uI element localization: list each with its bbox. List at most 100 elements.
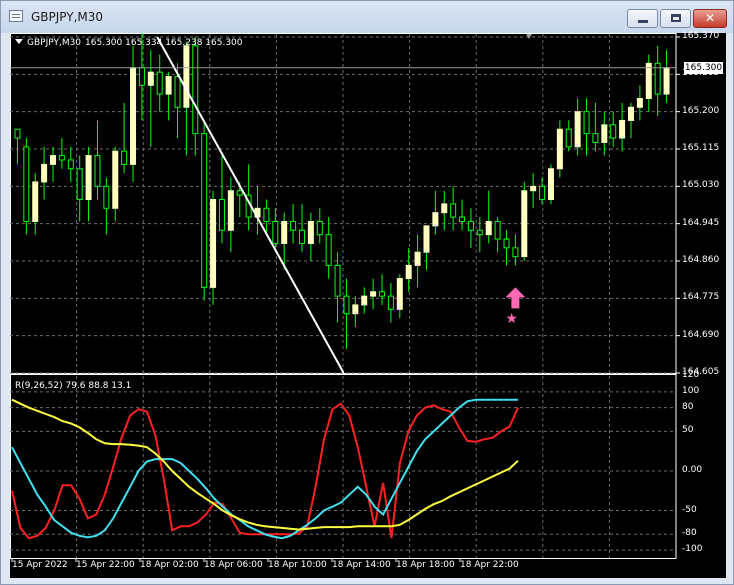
price-axis-label: 165.200	[682, 105, 720, 116]
candle-body	[298, 229, 305, 244]
candle-body	[459, 216, 466, 222]
indicator-axis-label: -50	[682, 504, 697, 515]
chart-ohlc: 165.300 165.334 165.238 165.300	[85, 38, 243, 48]
candle-body	[636, 97, 643, 108]
candle-body	[41, 163, 48, 183]
price-axis-label: 164.775	[682, 292, 720, 303]
candle-body	[361, 295, 368, 306]
candle-body	[387, 295, 394, 310]
maximize-button[interactable]	[660, 9, 691, 28]
indicator-axis-label: -80	[682, 528, 697, 539]
trend-line	[156, 36, 345, 374]
candle-body	[201, 133, 208, 288]
candle-body	[521, 190, 528, 258]
candle-body	[281, 220, 288, 244]
price-axis-label: 165.370	[682, 31, 720, 41]
time-axis-label: 18 Apr 02:00	[140, 560, 199, 570]
price-axis-label: 164.860	[682, 255, 720, 265]
price-axis-label: 165.030	[682, 180, 720, 191]
candle-body	[530, 185, 537, 192]
time-axis-label: 18 Apr 22:00	[460, 560, 519, 570]
candle-body	[263, 207, 270, 222]
chart-symbol: GBPJPY,M30	[27, 38, 82, 48]
candle-body	[307, 220, 314, 244]
candle-body	[405, 264, 412, 280]
indicator-header: R(9,26,52) 79.6 88.8 13.1	[15, 381, 132, 391]
indicator-axis-label: 120	[682, 370, 700, 380]
candle-body	[432, 212, 439, 227]
candle-body	[556, 128, 563, 170]
triangle-down-icon	[15, 39, 23, 44]
candle-body	[103, 185, 110, 209]
candle-body	[494, 220, 501, 240]
time-axis-label: 18 Apr 06:00	[204, 560, 263, 570]
candle-body	[352, 304, 359, 315]
candle-body	[645, 62, 652, 99]
candle-body	[627, 106, 634, 121]
candle-body	[174, 76, 181, 108]
candle-body	[396, 278, 403, 310]
candle-body	[574, 111, 581, 148]
candle-body	[192, 45, 199, 135]
indicator-axis-label: 50	[682, 425, 694, 436]
indicator-axis-label: -100	[682, 544, 703, 555]
time-axis-label: 15 Apr 2022	[12, 560, 68, 570]
close-icon: ✕	[704, 11, 716, 25]
candle-body	[325, 234, 332, 266]
candle-body	[663, 67, 670, 95]
indicator-axis-label: 100	[682, 385, 700, 396]
maximize-icon	[671, 14, 681, 22]
candle-body	[619, 119, 626, 139]
price-axis-label: 164.690	[682, 329, 720, 340]
chart-canvas[interactable]: ★	[10, 33, 726, 578]
candle-body	[227, 190, 234, 231]
chart-window-icon	[9, 10, 23, 22]
chart-area[interactable]: ★ GBPJPY,M30 165.300 165.334 165.238 165.…	[10, 31, 726, 578]
candle-body	[583, 111, 590, 135]
candle-body	[50, 155, 57, 165]
candle-body	[547, 168, 554, 201]
candle-body	[165, 76, 172, 95]
indicator-axis-label: 80	[682, 401, 694, 412]
candle-body	[316, 220, 323, 236]
candle-body	[138, 67, 145, 86]
close-button[interactable]: ✕	[693, 9, 727, 28]
current-price-label: 165.300	[684, 61, 723, 74]
candle-body	[512, 247, 519, 258]
chart-header: GBPJPY,M30 165.300 165.334 165.238 165.30…	[15, 38, 243, 48]
candle-body	[370, 291, 377, 297]
candle-body	[14, 128, 21, 139]
candle-body	[218, 199, 225, 231]
candle-body	[441, 203, 448, 214]
price-axis-label: 165.115	[682, 143, 720, 153]
time-axis-label: 18 Apr 10:00	[268, 560, 327, 570]
candle-body	[379, 291, 386, 297]
time-axis-label: 18 Apr 14:00	[332, 560, 391, 570]
candle-body	[183, 45, 190, 108]
candle-body	[450, 203, 457, 218]
candle-body	[76, 168, 83, 201]
candle-body	[485, 220, 492, 236]
candle-body	[130, 67, 137, 165]
candle-body	[539, 185, 546, 201]
candle-body	[610, 124, 617, 139]
title-bar[interactable]: GBPJPY,M30 ✕	[1, 1, 733, 33]
candle-body	[147, 71, 154, 86]
time-axis-label: 18 Apr 18:00	[396, 560, 455, 570]
candle-body	[32, 181, 39, 222]
candle-body	[236, 190, 243, 196]
price-axis-label: 164.945	[682, 217, 720, 228]
candle-body	[58, 155, 65, 161]
candle-body	[467, 220, 474, 231]
candle-body	[343, 295, 350, 315]
candle-body	[503, 238, 510, 249]
candle-body	[272, 220, 279, 244]
candle-body	[94, 155, 101, 187]
candle-body	[23, 146, 30, 222]
candle-body	[334, 264, 341, 297]
minimize-icon	[638, 20, 648, 23]
candle-body	[112, 150, 119, 209]
candle-body	[592, 133, 599, 143]
indicator-axis-label: 0.00	[682, 464, 703, 475]
minimize-button[interactable]	[627, 9, 658, 28]
